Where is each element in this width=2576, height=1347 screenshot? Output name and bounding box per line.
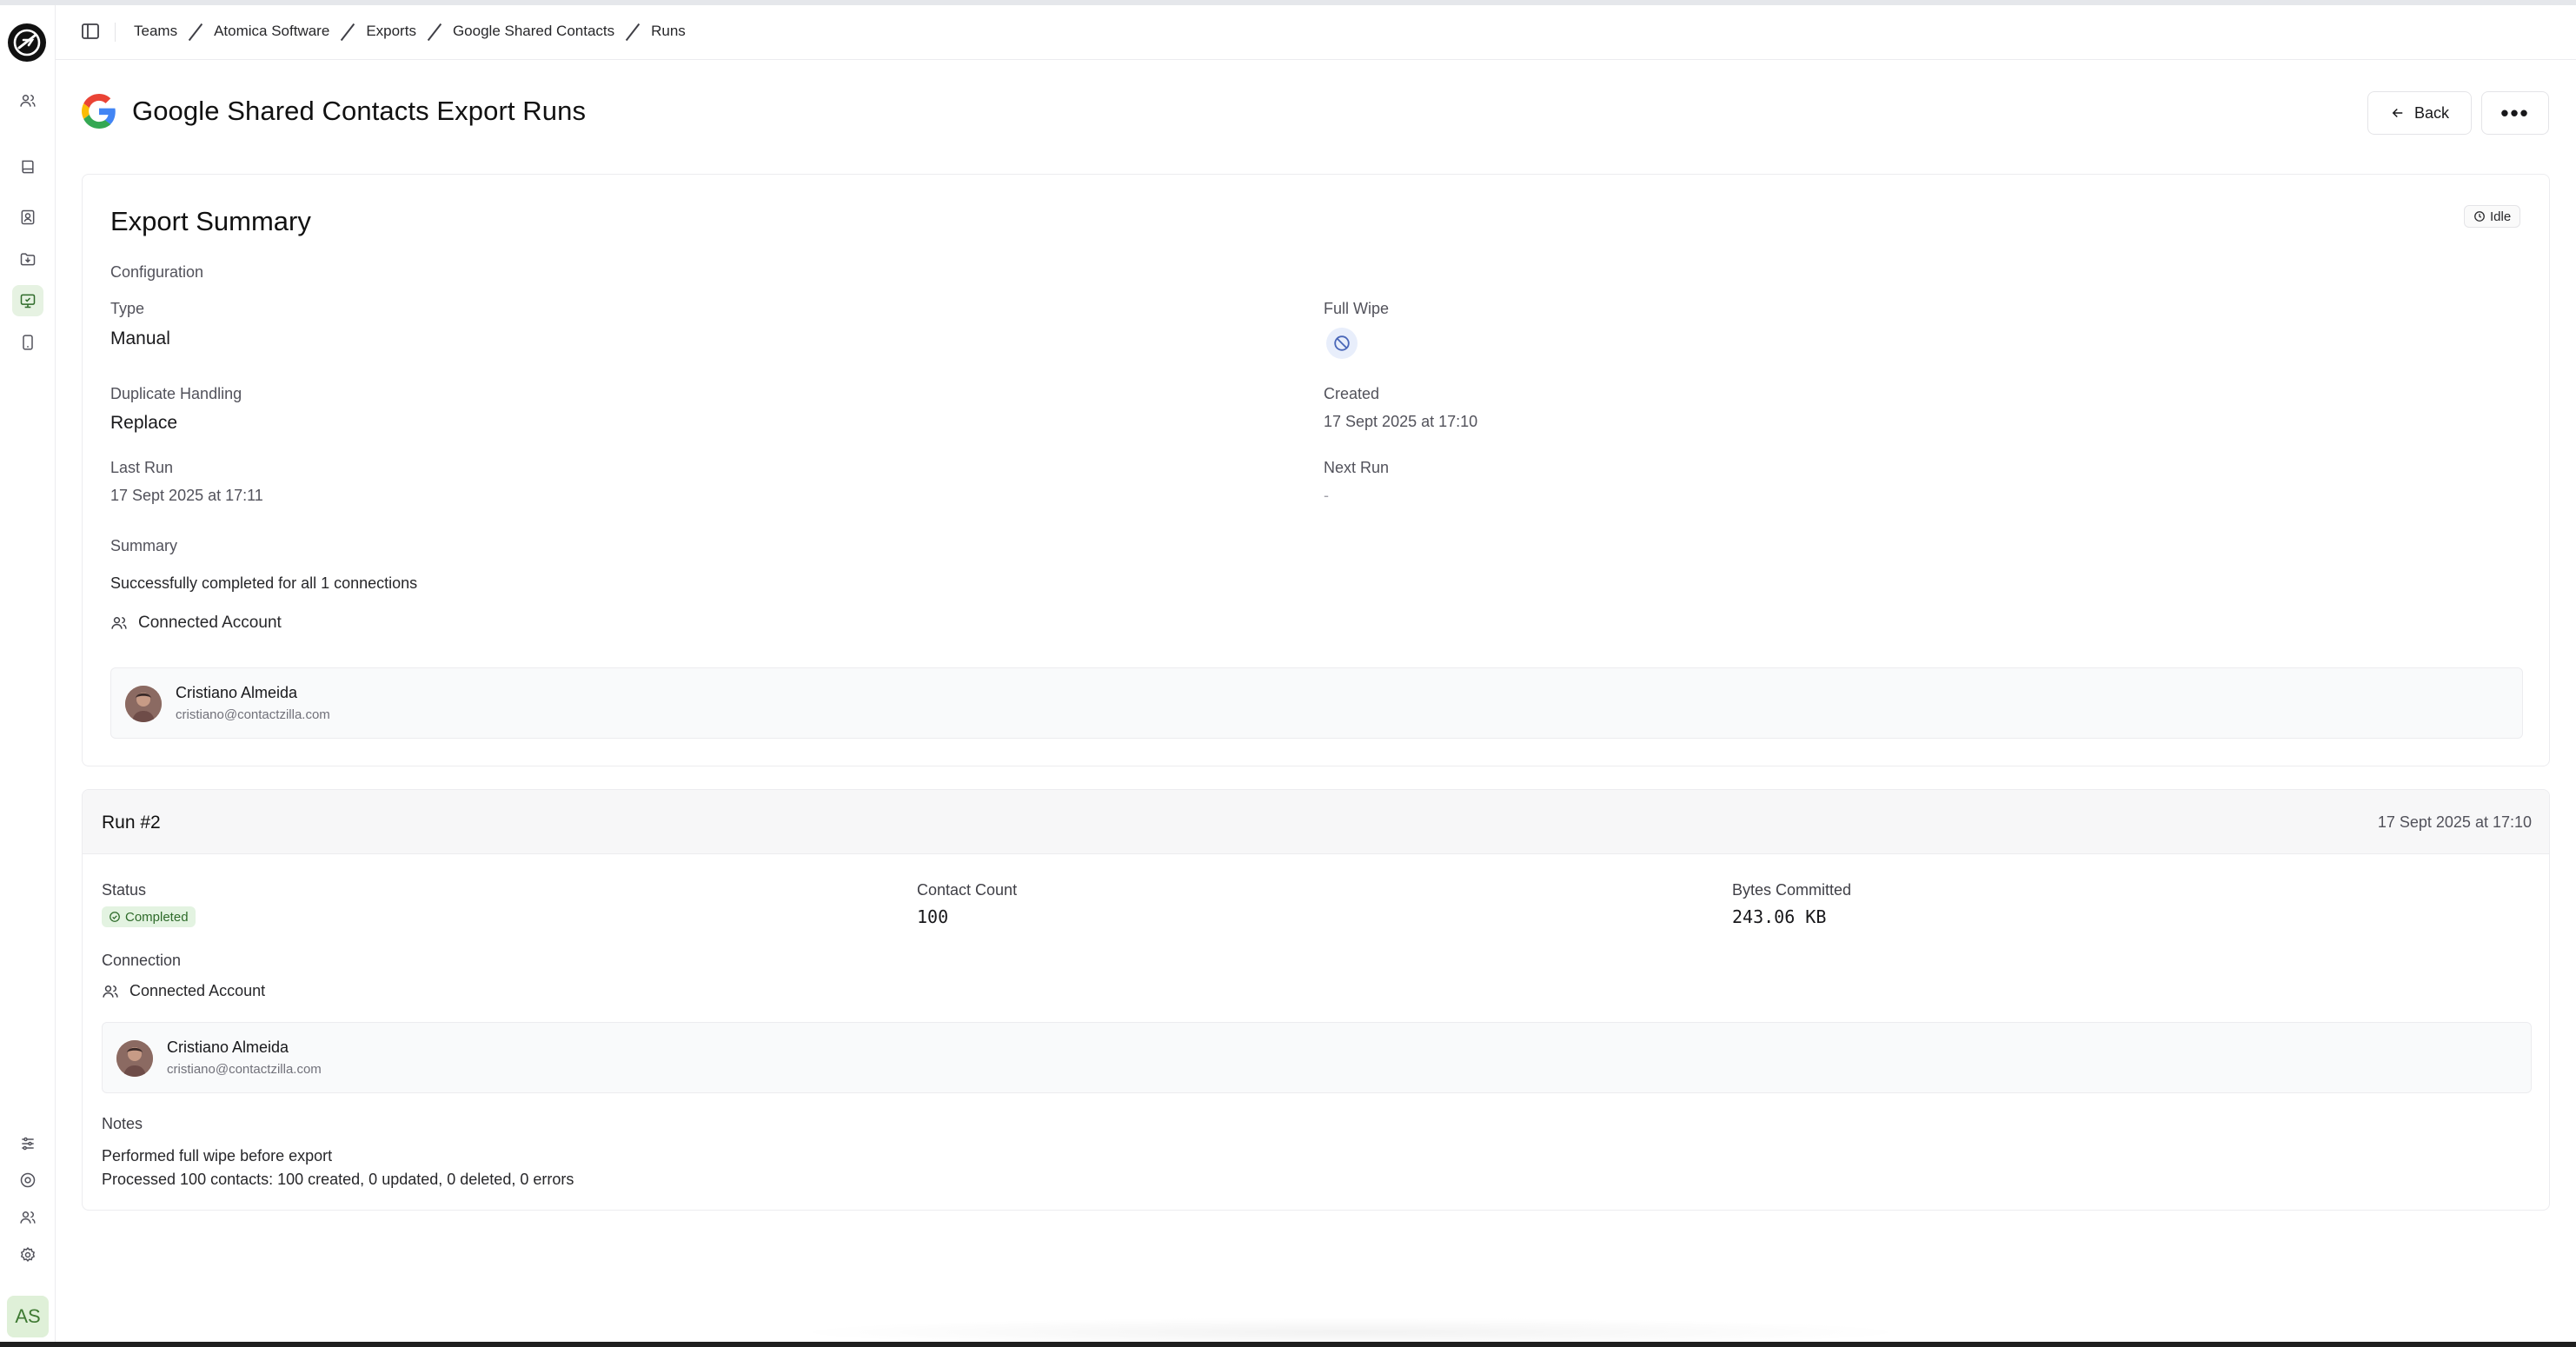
last-run-value: 17 Sept 2025 at 17:11 bbox=[110, 487, 263, 504]
contact-count-label: Contact Count bbox=[917, 881, 1018, 899]
page-title: Google Shared Contacts Export Runs bbox=[132, 96, 587, 126]
note-line: Processed 100 contacts: 100 created, 0 u… bbox=[102, 1171, 574, 1188]
run-status-value: Completed bbox=[125, 909, 189, 925]
account-name: Cristiano Almeida bbox=[176, 684, 298, 701]
breadcrumb-separator bbox=[342, 23, 354, 40]
last-run-label: Last Run bbox=[110, 459, 174, 476]
created-value: 17 Sept 2025 at 17:10 bbox=[1324, 413, 1478, 430]
summary-label: Summary bbox=[110, 537, 178, 554]
account-avatar bbox=[125, 686, 162, 722]
check-circle-icon bbox=[110, 912, 120, 922]
back-button[interactable]: Back bbox=[2367, 91, 2472, 135]
duplicate-handling-label: Duplicate Handling bbox=[110, 385, 242, 402]
users-icon bbox=[103, 985, 118, 998]
connected-account-card[interactable]: Cristiano Almeida cristiano@contactzilla… bbox=[110, 667, 2523, 739]
run-date: 17 Sept 2025 at 17:10 bbox=[2377, 813, 2532, 831]
run-status-badge: Completed bbox=[102, 906, 196, 927]
sidebar-toggle-icon[interactable] bbox=[80, 21, 101, 42]
breadcrumb-runs: Runs bbox=[651, 23, 686, 39]
breadcrumb-teams[interactable]: Teams bbox=[134, 23, 177, 40]
breadcrumb-exports[interactable]: Exports bbox=[366, 23, 416, 40]
sidebar: AS bbox=[0, 5, 56, 1342]
clock-icon bbox=[2474, 211, 2485, 222]
more-options-icon: ••• bbox=[2500, 99, 2530, 126]
nav-exports-icon[interactable] bbox=[12, 285, 43, 316]
run-account-avatar bbox=[116, 1040, 153, 1077]
nav-imports-icon[interactable] bbox=[12, 243, 43, 275]
page-header: Google Shared Contacts Export Runs bbox=[82, 94, 586, 129]
run-status-label: Status bbox=[102, 881, 147, 899]
breadcrumb-separator bbox=[428, 23, 441, 40]
bytes-committed-label: Bytes Committed bbox=[1732, 881, 1852, 899]
logo-icon bbox=[13, 29, 41, 56]
note-line: Performed full wipe before export bbox=[102, 1147, 333, 1165]
more-options-button[interactable]: ••• bbox=[2481, 91, 2549, 135]
breadcrumb: Teams Atomica Software Exports Google Sh… bbox=[134, 23, 686, 40]
run-title: Run #2 bbox=[102, 813, 161, 833]
run-connected-account-card[interactable]: Cristiano Almeida cristiano@contactzilla… bbox=[102, 1022, 2532, 1093]
summary-heading: Export Summary bbox=[110, 206, 311, 236]
nav-settings-icon[interactable] bbox=[12, 1239, 43, 1271]
nav-filters-icon[interactable] bbox=[12, 1128, 43, 1159]
full-wipe-label: Full Wipe bbox=[1324, 300, 1390, 317]
full-wipe-disabled-icon bbox=[1326, 328, 1358, 359]
summary-text: Successfully completed for all 1 connect… bbox=[110, 574, 418, 592]
run-connected-account-label: Connected Account bbox=[129, 982, 266, 999]
arrow-left-icon bbox=[2392, 108, 2403, 118]
connection-label: Connection bbox=[102, 952, 182, 969]
run-account-name: Cristiano Almeida bbox=[167, 1038, 289, 1056]
connected-account-heading: Connected Account bbox=[110, 614, 282, 633]
nav-members-icon[interactable] bbox=[12, 1202, 43, 1233]
nav-help-icon[interactable] bbox=[12, 1165, 43, 1196]
nav-teams-icon[interactable] bbox=[12, 85, 43, 116]
run-header: Run #2 17 Sept 2025 at 17:10 bbox=[83, 790, 2549, 854]
run-connected-account-heading: Connected Account bbox=[102, 982, 265, 1000]
user-avatar[interactable]: AS bbox=[7, 1296, 49, 1337]
status-badge: Idle bbox=[2464, 205, 2521, 228]
type-label: Type bbox=[110, 300, 145, 317]
topbar-divider bbox=[115, 23, 116, 42]
nav-book-icon[interactable] bbox=[12, 151, 43, 182]
run-account-email: cristiano@contactzilla.com bbox=[167, 1062, 322, 1077]
export-summary-card: Export Summary Idle Configuration Type M… bbox=[82, 174, 2550, 766]
bytes-committed-value: 243.06 KB bbox=[1732, 906, 1827, 927]
notes-list: Performed full wipe before export Proces… bbox=[102, 1145, 574, 1191]
top-bar: Teams Atomica Software Exports Google Sh… bbox=[56, 5, 2576, 60]
duplicate-handling-value: Replace bbox=[110, 413, 178, 433]
breadcrumb-team[interactable]: Atomica Software bbox=[214, 23, 329, 40]
breadcrumb-export[interactable]: Google Shared Contacts bbox=[453, 23, 614, 40]
next-run-value: - bbox=[1324, 487, 1329, 504]
type-value: Manual bbox=[110, 328, 170, 348]
google-logo-icon bbox=[82, 94, 116, 129]
next-run-label: Next Run bbox=[1324, 459, 1390, 476]
run-card: Run #2 17 Sept 2025 at 17:10 Status Comp… bbox=[82, 789, 2550, 1211]
app-logo[interactable] bbox=[8, 23, 46, 62]
users-icon bbox=[111, 617, 127, 629]
breadcrumb-separator bbox=[627, 23, 639, 40]
notes-label: Notes bbox=[102, 1115, 143, 1132]
configuration-label: Configuration bbox=[110, 263, 204, 281]
breadcrumb-separator bbox=[189, 23, 202, 40]
status-badge-label: Idle bbox=[2490, 209, 2512, 224]
created-label: Created bbox=[1324, 385, 1380, 402]
main-content: Teams Atomica Software Exports Google Sh… bbox=[56, 5, 2576, 1347]
nav-mobile-icon[interactable] bbox=[12, 327, 43, 358]
connected-account-label: Connected Account bbox=[138, 614, 282, 632]
nav-contacts-icon[interactable] bbox=[12, 202, 43, 233]
window-bottom-edge bbox=[0, 1342, 2576, 1347]
back-button-label: Back bbox=[2413, 103, 2450, 122]
account-email: cristiano@contactzilla.com bbox=[176, 707, 330, 722]
contact-count-value: 100 bbox=[917, 906, 949, 927]
